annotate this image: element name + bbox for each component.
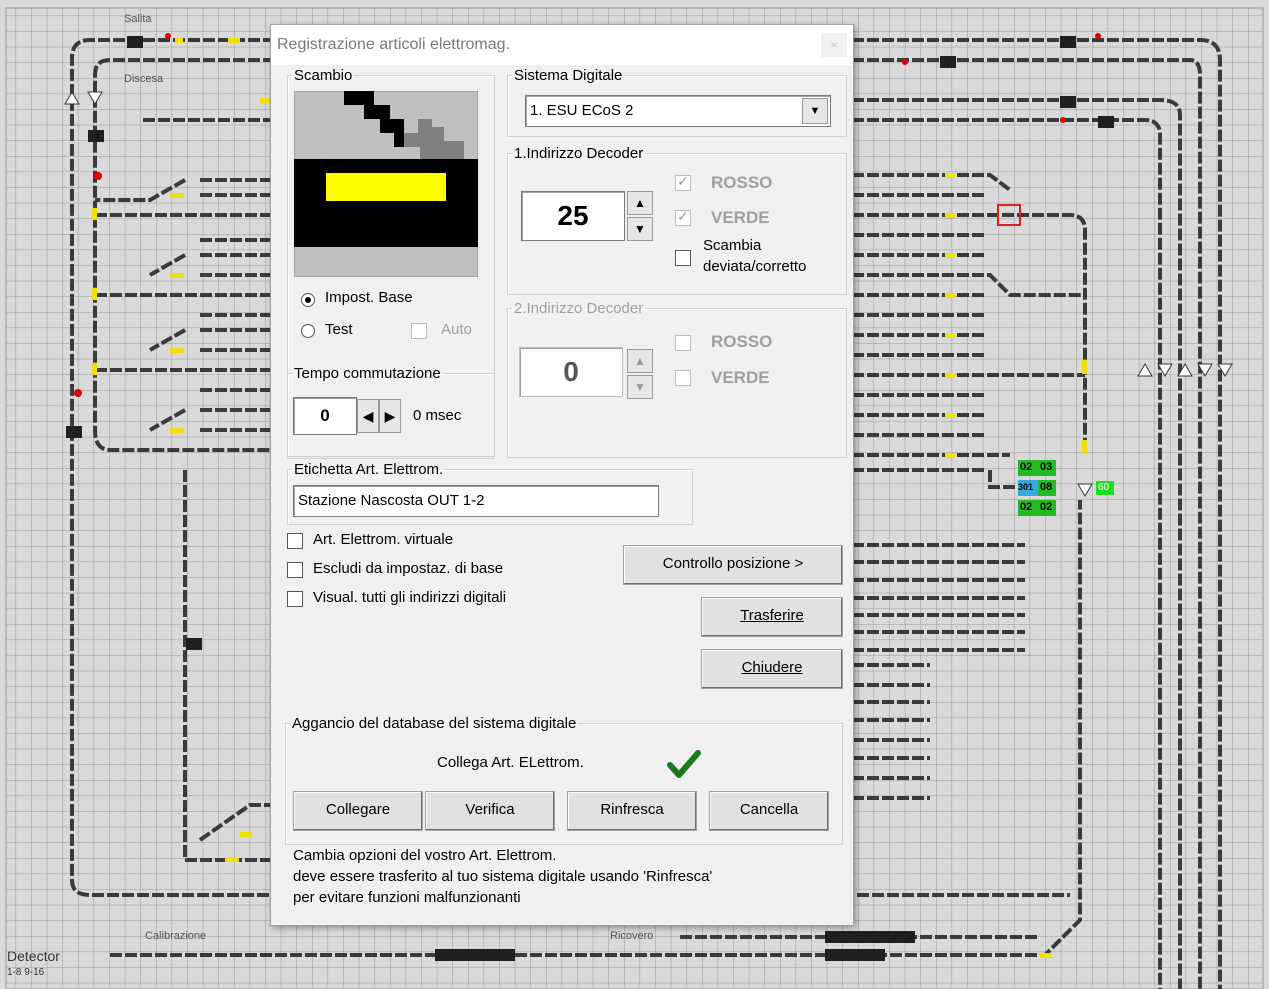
auto-checkbox[interactable] bbox=[411, 323, 427, 339]
virtuale-checkbox[interactable] bbox=[287, 533, 303, 549]
track-tag: 08 bbox=[1040, 481, 1053, 493]
rinfresca-button[interactable]: Rinfresca bbox=[567, 791, 697, 831]
escludi-checkbox[interactable] bbox=[287, 562, 303, 578]
radio-test-label: Test bbox=[325, 321, 353, 338]
label-detector: Detector bbox=[7, 948, 60, 964]
track-tag: 03 bbox=[1040, 461, 1053, 473]
decoder1-legend: 1.Indirizzo Decoder bbox=[514, 145, 644, 162]
tempo-increase-icon[interactable]: ▶ bbox=[379, 399, 401, 433]
label-ricovero: Ricovero bbox=[610, 930, 654, 942]
tempo-legend: Tempo commutazione bbox=[294, 365, 441, 382]
dialog-titlebar[interactable]: Registrazione articoli elettromag. × bbox=[271, 25, 853, 65]
escludi-label: Escludi da impostaz. di base bbox=[313, 560, 504, 577]
decoder2-rosso-checkbox[interactable] bbox=[675, 335, 691, 351]
scambia-checkbox[interactable] bbox=[675, 250, 691, 266]
sistema-digitale-select[interactable]: 1. ESU ECoS 2 ▼ bbox=[525, 95, 831, 127]
aggancio-legend: Aggancio del database del sistema digita… bbox=[292, 715, 577, 732]
chiudere-button[interactable]: Chiudere bbox=[701, 649, 843, 689]
label-salita: Salita bbox=[124, 13, 152, 25]
decoder1-address-field[interactable]: 25 bbox=[521, 191, 625, 241]
visual-checkbox[interactable] bbox=[287, 591, 303, 607]
radio-impost-base[interactable] bbox=[301, 293, 315, 307]
label-detector-range: 1-8 9-16 bbox=[7, 967, 45, 978]
decoder1-down-icon[interactable]: ▼ bbox=[627, 217, 653, 241]
sistema-digitale-value: 1. ESU ECoS 2 bbox=[530, 102, 634, 119]
scambio-legend: Scambio bbox=[294, 67, 353, 84]
chevron-down-icon[interactable]: ▼ bbox=[802, 98, 828, 124]
close-button[interactable]: × bbox=[821, 33, 847, 57]
scambia-label-2: deviata/corretto bbox=[703, 258, 807, 275]
sistema-digitale-legend: Sistema Digitale bbox=[514, 67, 623, 84]
register-dialog: Registrazione articoli elettromag. × Sca… bbox=[270, 24, 854, 926]
etichetta-legend: Etichetta Art. Elettrom. bbox=[294, 461, 444, 478]
scambia-label-1: Scambia bbox=[703, 237, 762, 254]
label-calibrazione: Calibrazione bbox=[145, 930, 207, 942]
label-discesa: Discesa bbox=[124, 73, 164, 85]
collegare-button[interactable]: Collegare bbox=[293, 791, 423, 831]
tempo-unit: 0 msec bbox=[413, 407, 462, 424]
signal-tag: 60 bbox=[1098, 482, 1110, 493]
note-line-1: Cambia opzioni del vostro Art. Elettrom. bbox=[293, 847, 557, 864]
decoder2-down-icon[interactable]: ▼ bbox=[627, 375, 653, 399]
track-tag: 02 bbox=[1020, 461, 1033, 473]
track-tag: 301 bbox=[1018, 482, 1034, 492]
note-line-2: deve essere trasferito al tuo sistema di… bbox=[293, 868, 713, 885]
radio-impost-base-label: Impost. Base bbox=[325, 289, 413, 306]
decoder2-up-icon[interactable]: ▲ bbox=[627, 349, 653, 373]
auto-label: Auto bbox=[441, 321, 472, 338]
checkmark-icon bbox=[667, 750, 701, 778]
note-line-3: per evitare funzioni malfunzionanti bbox=[293, 889, 521, 906]
decoder1-rosso-checkbox[interactable]: ✓ bbox=[675, 173, 691, 191]
decoder2-address-value: 0 bbox=[563, 356, 579, 387]
decoder2-rosso-label: ROSSO bbox=[711, 332, 773, 351]
decoder1-address-value: 25 bbox=[557, 200, 589, 231]
track-tag: 02 bbox=[1020, 501, 1033, 513]
collega-status: Collega Art. ELettrom. bbox=[437, 754, 584, 771]
decoder2-address-field[interactable]: 0 bbox=[519, 347, 623, 397]
decoder2-legend: 2.Indirizzo Decoder bbox=[514, 300, 644, 317]
virtuale-label: Art. Elettrom. virtuale bbox=[313, 531, 454, 548]
tempo-field[interactable]: 0 bbox=[293, 397, 357, 435]
dialog-title: Registrazione articoli elettromag. bbox=[277, 36, 510, 53]
radio-test[interactable] bbox=[301, 324, 315, 338]
track-tag: 02 bbox=[1040, 501, 1053, 513]
etichetta-value: Stazione Nascosta OUT 1-2 bbox=[298, 492, 485, 509]
trasferire-button[interactable]: Trasferire bbox=[701, 597, 843, 637]
decoder2-verde-checkbox[interactable] bbox=[675, 370, 691, 386]
etichetta-input[interactable]: Stazione Nascosta OUT 1-2 bbox=[293, 485, 659, 517]
controllo-posizione-button[interactable]: Controllo posizione > bbox=[623, 545, 843, 585]
decoder1-verde-checkbox[interactable]: ✓ bbox=[675, 208, 691, 226]
verifica-button[interactable]: Verifica bbox=[425, 791, 555, 831]
tempo-value: 0 bbox=[320, 406, 330, 425]
decoder1-verde-label: VERDE bbox=[711, 208, 770, 227]
decoder1-rosso-label: ROSSO bbox=[711, 173, 773, 192]
decoder1-up-icon[interactable]: ▲ bbox=[627, 191, 653, 215]
cancella-button[interactable]: Cancella bbox=[709, 791, 829, 831]
visual-label: Visual. tutti gli indirizzi digitali bbox=[313, 589, 507, 606]
turnout-preview-icon bbox=[294, 91, 478, 277]
decoder2-verde-label: VERDE bbox=[711, 368, 770, 387]
tempo-decrease-icon[interactable]: ◀ bbox=[357, 399, 379, 433]
